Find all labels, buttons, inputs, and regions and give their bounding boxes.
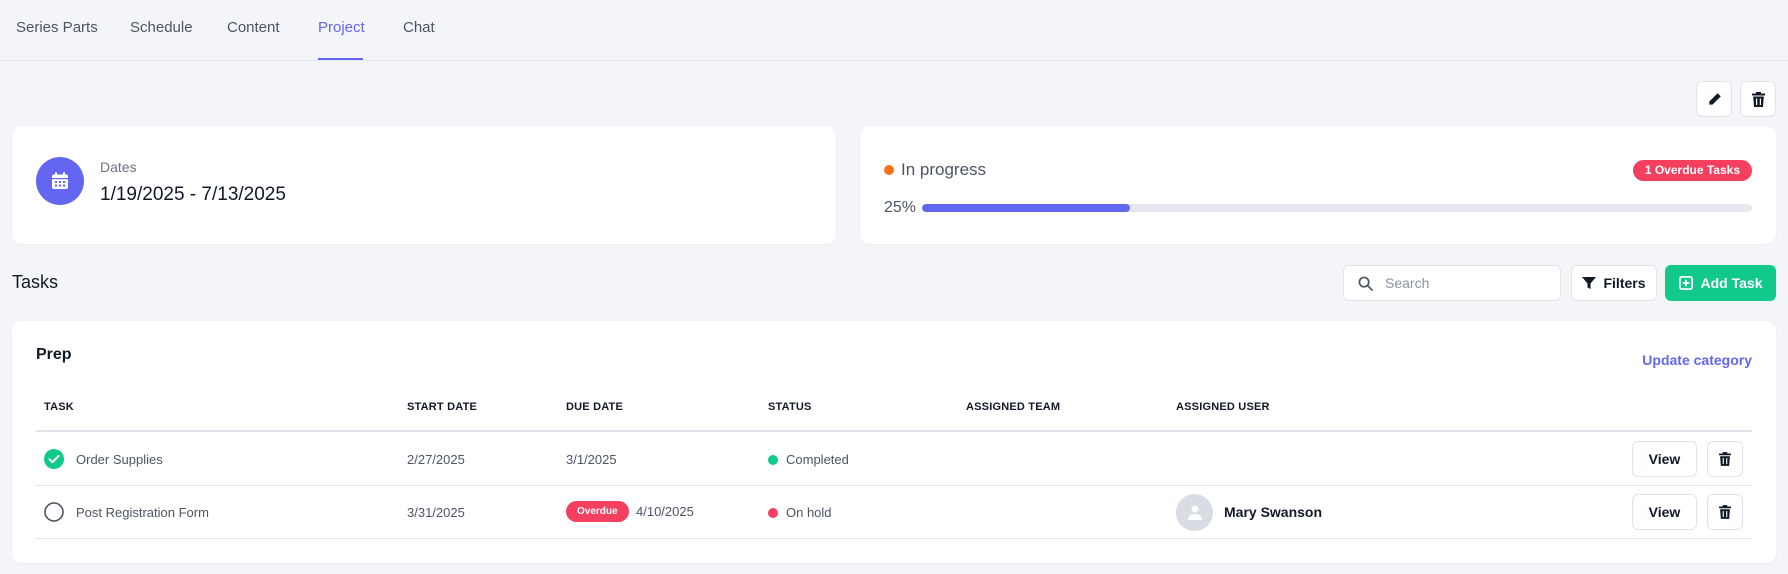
row-divider (36, 538, 1752, 539)
project-status: In progress (901, 160, 987, 179)
tab-chat[interactable]: Chat (403, 19, 435, 36)
overdue-tasks-badge: 1 Overdue Tasks (1632, 160, 1752, 181)
update-category-link[interactable]: Update category (1642, 352, 1752, 368)
column-header-assigned-team: ASSIGNED TEAM (966, 401, 1061, 413)
tab-series-parts[interactable]: Series Parts (16, 19, 98, 36)
tab-schedule[interactable]: Schedule (130, 19, 193, 36)
column-header-status: STATUS (768, 401, 812, 413)
overdue-tag: Overdue (566, 501, 629, 522)
search-box (1343, 265, 1561, 301)
trash-icon (1719, 505, 1731, 519)
search-input[interactable] (1385, 266, 1555, 300)
trash-icon (1751, 91, 1765, 107)
row-divider (36, 485, 1752, 486)
dates-value: 1/19/2025 - 7/13/2025 (100, 184, 286, 205)
status-dot (768, 508, 778, 518)
task-status: On hold (786, 505, 832, 520)
due-date: 3/1/2025 (566, 452, 617, 467)
due-date: 4/10/2025 (636, 504, 694, 519)
category-card: Prep Update category TASK START DATE DUE… (12, 321, 1776, 563)
progress-bar (922, 204, 1752, 212)
empty-circle-icon[interactable] (44, 502, 64, 522)
tasks-title: Tasks (12, 272, 59, 292)
category-title: Prep (36, 346, 72, 363)
task-name: Order Supplies (76, 452, 163, 467)
status-dot (884, 165, 894, 175)
add-task-label: Add Task (1700, 275, 1763, 291)
task-name: Post Registration Form (76, 505, 209, 520)
tab-bar: Series Parts Schedule Content Project Ch… (0, 0, 1788, 61)
avatar (1176, 494, 1213, 531)
assigned-user-name: Mary Swanson (1224, 504, 1323, 520)
user-icon (1187, 505, 1202, 520)
filters-button[interactable]: Filters (1571, 265, 1657, 301)
check-circle-icon[interactable] (44, 449, 64, 469)
dates-card: Dates 1/19/2025 - 7/13/2025 (12, 126, 836, 244)
table-header-divider (36, 430, 1752, 432)
delete-task-button[interactable] (1707, 494, 1743, 530)
active-tab-indicator (318, 58, 363, 60)
dates-label: Dates (100, 159, 137, 175)
status-dot (768, 455, 778, 465)
trash-icon (1719, 452, 1731, 466)
task-status: Completed (786, 452, 849, 467)
column-header-due-date: DUE DATE (566, 401, 624, 413)
column-header-task: TASK (44, 401, 74, 413)
status-card: In progress 1 Overdue Tasks 25% (860, 126, 1776, 244)
add-task-button[interactable]: Add Task (1665, 265, 1776, 301)
filters-label: Filters (1603, 275, 1646, 291)
progress-percent: 25% (884, 199, 917, 216)
delete-task-button[interactable] (1707, 441, 1743, 477)
column-header-start-date: START DATE (407, 401, 478, 413)
tab-project[interactable]: Project (318, 19, 365, 36)
view-task-button[interactable]: View (1632, 494, 1697, 530)
calendar-icon (36, 157, 84, 205)
pencil-icon (1708, 92, 1721, 105)
start-date: 3/31/2025 (407, 505, 465, 520)
column-header-assigned-user: ASSIGNED USER (1176, 401, 1270, 413)
view-task-button[interactable]: View (1632, 441, 1697, 477)
delete-project-button[interactable] (1740, 81, 1776, 117)
plus-square-icon (1678, 276, 1693, 290)
search-icon (1358, 276, 1373, 291)
edit-project-button[interactable] (1696, 81, 1732, 117)
start-date: 2/27/2025 (407, 452, 465, 467)
progress-fill (922, 204, 1130, 212)
filter-icon (1582, 277, 1597, 289)
tab-content[interactable]: Content (227, 19, 280, 36)
